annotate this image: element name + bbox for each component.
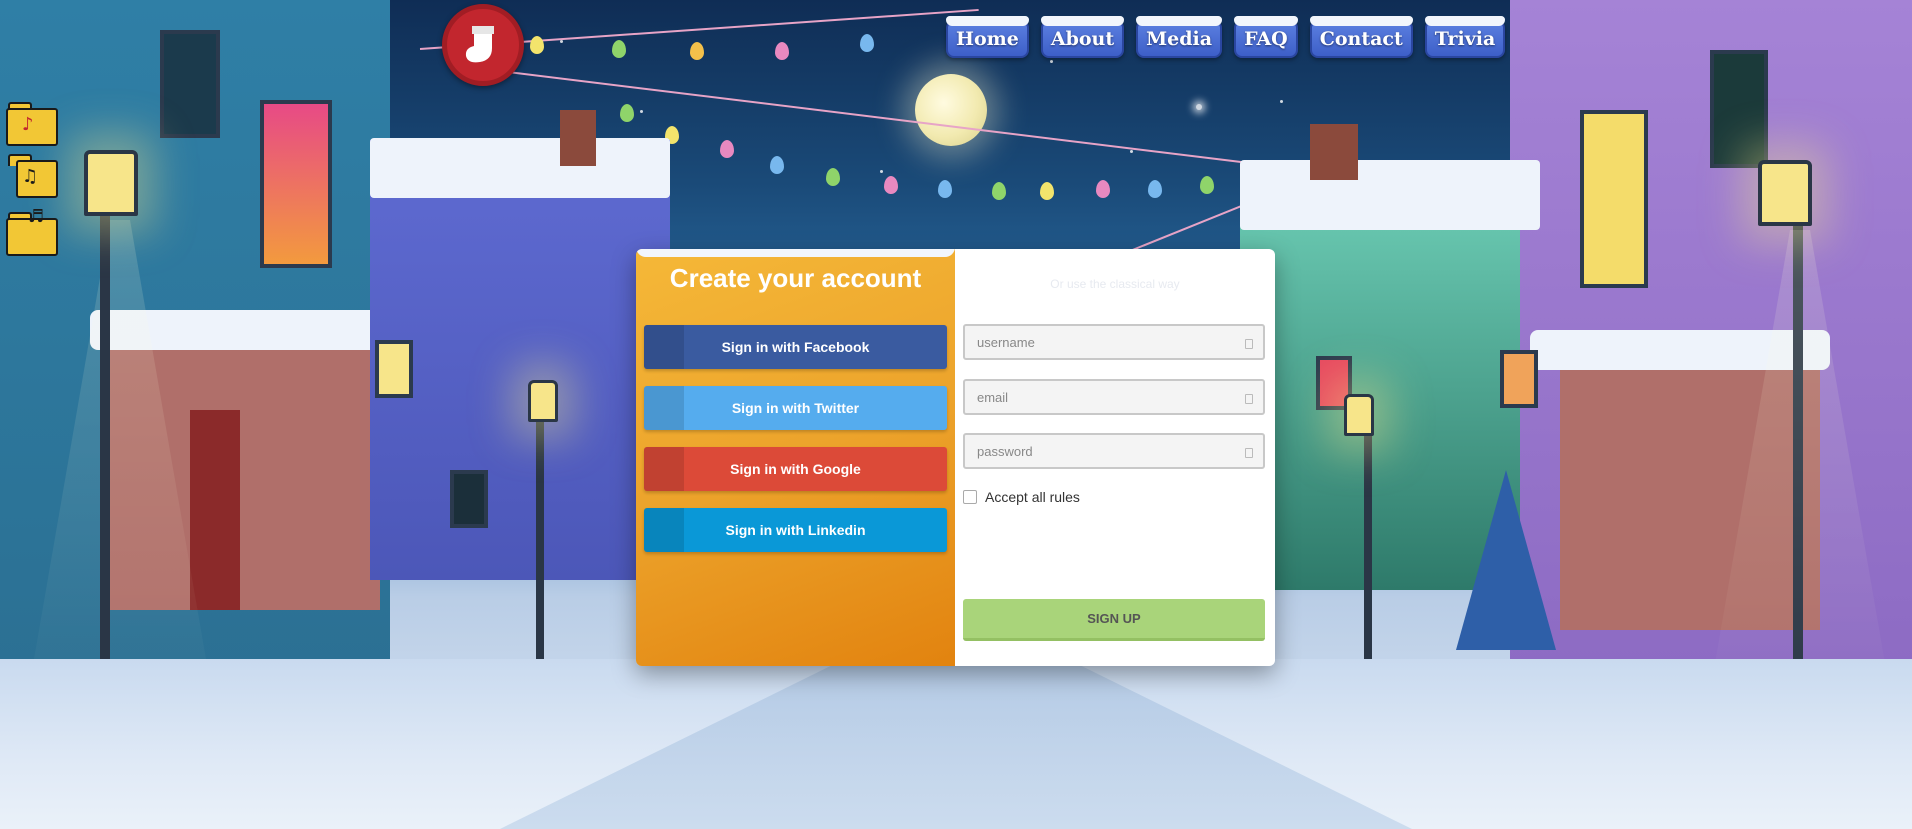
star xyxy=(1280,100,1283,103)
light-bulb xyxy=(1096,180,1110,198)
light-bulb xyxy=(720,140,734,158)
street-lamp xyxy=(528,380,558,422)
autofill-icon xyxy=(1245,339,1253,349)
username-field[interactable] xyxy=(963,324,1265,360)
music-note-icon[interactable]: ♫ xyxy=(6,152,58,198)
facebook-signin-label: Sign in with Facebook xyxy=(721,339,870,355)
light-bulb xyxy=(1040,182,1054,200)
roof-snow xyxy=(370,138,670,198)
light-bulb xyxy=(1148,180,1162,198)
twitter-signin-label: Sign in with Twitter xyxy=(731,400,860,416)
left-purple-house xyxy=(370,140,670,580)
street-lamp xyxy=(84,150,138,216)
nav-media[interactable]: Media xyxy=(1136,16,1223,58)
music-folder-icon[interactable]: ♪ xyxy=(6,100,58,146)
star xyxy=(560,40,563,43)
light-bulb xyxy=(690,42,704,60)
twitter-signin-button[interactable]: Sign in with Twitter xyxy=(644,386,947,430)
username-input[interactable] xyxy=(965,334,1263,350)
light-bulb xyxy=(860,34,874,52)
accept-rules-label: Accept all rules xyxy=(985,489,1080,505)
main-nav: Home About Media FAQ Contact Trivia xyxy=(946,16,1506,58)
music-folder-icon[interactable]: ♬ xyxy=(6,206,58,256)
light-bulb xyxy=(620,104,634,122)
star xyxy=(1050,60,1053,63)
linkedin-icon xyxy=(644,508,684,552)
door xyxy=(190,410,240,610)
window xyxy=(450,470,488,528)
window xyxy=(1500,350,1538,408)
chimney xyxy=(1310,124,1358,180)
light-bulb xyxy=(992,182,1006,200)
facebook-icon xyxy=(644,325,684,369)
roof-snow xyxy=(1240,160,1540,230)
signup-button[interactable]: SIGN UP xyxy=(963,599,1265,641)
right-green-house xyxy=(1240,170,1520,590)
street-lamp xyxy=(1758,160,1812,226)
window xyxy=(375,340,413,398)
google-signin-button[interactable]: Sign in with Google xyxy=(644,447,947,491)
light-bulb xyxy=(1200,176,1214,194)
password-field[interactable] xyxy=(963,433,1265,469)
facebook-signin-button[interactable]: Sign in with Facebook xyxy=(644,325,947,369)
music-note-icon: ♪ xyxy=(22,114,34,135)
light-bulb xyxy=(938,180,952,198)
email-field[interactable] xyxy=(963,379,1265,415)
star xyxy=(1196,104,1202,110)
chimney xyxy=(560,110,596,166)
google-icon xyxy=(644,447,684,491)
twitter-icon xyxy=(644,386,684,430)
light-bulb xyxy=(775,42,789,60)
nav-about[interactable]: About xyxy=(1040,16,1125,58)
window xyxy=(1710,50,1768,168)
nav-faq[interactable]: FAQ xyxy=(1234,16,1298,58)
email-input[interactable] xyxy=(965,389,1263,405)
music-note-icon: ♫ xyxy=(22,166,39,187)
street-lamp xyxy=(1344,394,1374,436)
classic-signup-heading: Or use the classical way xyxy=(1050,277,1180,291)
accept-rules[interactable]: Accept all rules xyxy=(963,489,1080,505)
music-note-icon: ♬ xyxy=(28,206,45,227)
light-bulb xyxy=(612,40,626,58)
window xyxy=(160,30,220,138)
moon xyxy=(915,74,987,146)
accept-rules-checkbox[interactable] xyxy=(963,490,977,504)
light-bulb xyxy=(530,36,544,54)
nav-contact[interactable]: Contact xyxy=(1309,16,1413,58)
star xyxy=(1130,150,1133,153)
christmas-stocking-icon xyxy=(465,26,494,63)
google-signin-label: Sign in with Google xyxy=(730,461,861,477)
light-bulb xyxy=(770,156,784,174)
signup-title: Create your account xyxy=(669,263,922,293)
nav-trivia[interactable]: Trivia xyxy=(1424,16,1506,58)
linkedin-signin-button[interactable]: Sign in with Linkedin xyxy=(644,508,947,552)
autofill-icon xyxy=(1245,448,1253,458)
window xyxy=(1580,110,1648,288)
star xyxy=(640,110,643,113)
light-bulb xyxy=(884,176,898,194)
autofill-icon xyxy=(1245,394,1253,404)
window xyxy=(260,100,332,268)
password-input[interactable] xyxy=(965,443,1263,459)
social-signin-panel: Create your account Sign in with Faceboo… xyxy=(636,249,955,666)
classic-signup-panel: Or use the classical way Accept all rule… xyxy=(955,249,1275,666)
linkedin-signin-label: Sign in with Linkedin xyxy=(725,522,866,538)
nav-home[interactable]: Home xyxy=(946,16,1029,58)
signup-card: Create your account Sign in with Faceboo… xyxy=(636,249,1275,666)
star xyxy=(880,170,883,173)
light-bulb xyxy=(826,168,840,186)
site-logo[interactable] xyxy=(442,4,524,86)
